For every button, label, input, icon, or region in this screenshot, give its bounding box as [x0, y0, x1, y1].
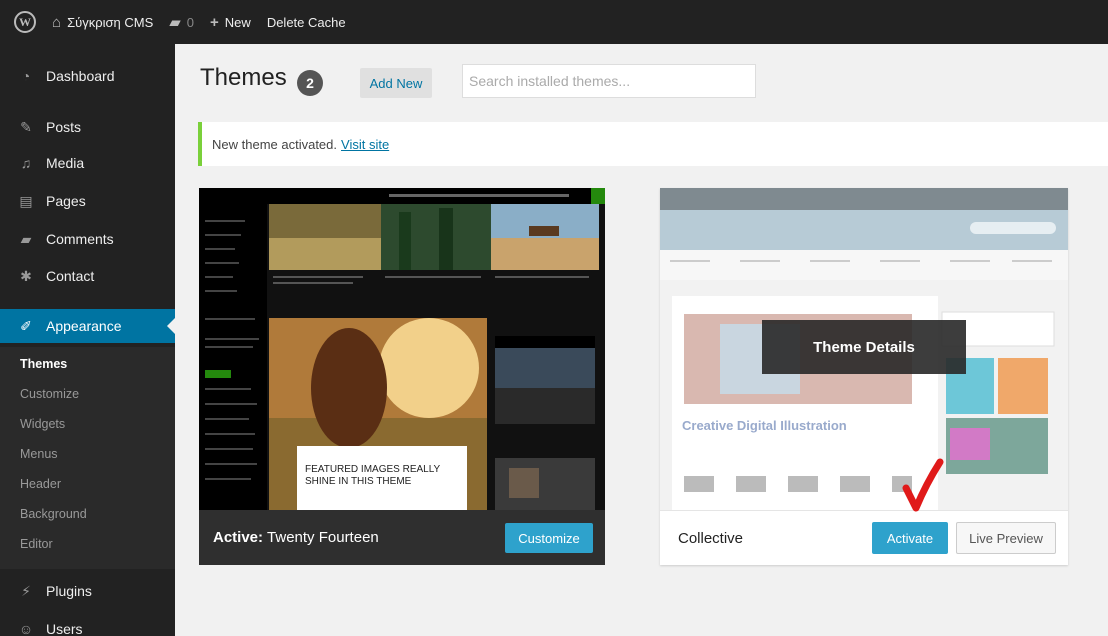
sidebar-item-label: Users [46, 621, 83, 636]
sidebar-item-label: Plugins [46, 583, 92, 599]
theme-count-badge: 2 [297, 70, 323, 96]
sidebar-item-plugins[interactable]: ⚡ Plugins [0, 574, 175, 608]
appearance-submenu: Themes Customize Widgets Menus Header Ba… [0, 347, 175, 569]
sidebar-item-contact[interactable]: ✱ Contact [0, 259, 175, 293]
comments-count: 0 [186, 14, 195, 30]
sidebar-item-label: Pages [46, 193, 86, 209]
sidebar-item-dashboard[interactable]: ◔ Dashboard [0, 59, 175, 93]
contact-icon: ✱ [20, 267, 32, 284]
new-content-menu[interactable]: + New [210, 14, 251, 31]
sidebar-item-comments[interactable]: ▰ Comments [0, 222, 175, 256]
submenu-item-customize[interactable]: Customize [20, 387, 79, 401]
collective-theme-bar: Collective Activate Live Preview [660, 510, 1068, 565]
media-icon: ♫ [20, 155, 32, 171]
page-title: Themes [200, 64, 287, 91]
submenu-item-editor[interactable]: Editor [20, 537, 53, 551]
add-new-button[interactable]: Add New [360, 68, 432, 98]
wordpress-logo-menu[interactable]: W [14, 11, 36, 33]
submenu-item-header[interactable]: Header [20, 477, 61, 491]
theme-card-twenty-fourteen[interactable]: FEATURED IMAGES REALLY SHINE IN THIS THE… [199, 188, 605, 565]
theme-card-collective[interactable]: Creative Digital Illustration Theme Deta… [660, 188, 1068, 565]
customize-button[interactable]: Customize [505, 523, 593, 553]
sidebar-item-label: Posts [46, 119, 82, 135]
active-prefix: Active: [213, 529, 264, 546]
sidebar-item-label: Contact [46, 268, 95, 284]
brush-icon: ✐ [20, 317, 32, 334]
theme-screenshot-collective[interactable]: Creative Digital Illustration Theme Deta… [660, 188, 1068, 510]
sidebar-item-appearance[interactable]: ✐ Appearance [0, 309, 175, 343]
visit-site-link[interactable]: Visit site [341, 137, 389, 152]
theme-screenshot-twenty-fourteen[interactable]: FEATURED IMAGES REALLY SHINE IN THIS THE… [199, 188, 605, 510]
comments-icon: ▰ [20, 230, 32, 247]
pin-icon: ✎ [20, 118, 32, 135]
admin-sidebar: ◔ Dashboard ✎ Posts ♫ Media ▤ Pages ▰ Co… [0, 44, 175, 636]
plug-icon: ⚡ [21, 582, 31, 599]
comment-bubble-icon: ▰ [169, 14, 181, 31]
site-name-link[interactable]: ⌂ Σύγκριση CMS [52, 14, 153, 31]
comments-link[interactable]: ▰ 0 [169, 13, 194, 31]
featured-text: FEATURED IMAGES REALLY SHINE IN THIS THE… [305, 464, 441, 487]
wordpress-logo-icon: W [14, 11, 36, 33]
sidebar-item-users[interactable]: ☺ Users [0, 612, 175, 636]
new-label: New [224, 14, 251, 30]
submenu-item-menus[interactable]: Menus [20, 447, 58, 461]
theme-activated-notice: New theme activated. Visit site [198, 122, 1108, 166]
sidebar-item-pages[interactable]: ▤ Pages [0, 184, 175, 218]
red-checkmark-annotation-icon [902, 458, 944, 512]
submenu-item-themes[interactable]: Themes [20, 357, 67, 371]
live-preview-button[interactable]: Live Preview [956, 522, 1056, 554]
plus-icon: + [210, 13, 219, 31]
activate-button[interactable]: Activate [872, 522, 948, 554]
sidebar-item-media[interactable]: ♫ Media [0, 146, 175, 180]
theme-details-button[interactable]: Theme Details [762, 320, 966, 374]
sidebar-item-label: Comments [46, 231, 114, 247]
notice-text: New theme activated. [212, 136, 338, 152]
users-icon: ☺ [18, 621, 34, 636]
admin-bar: W ⌂ Σύγκριση CMS ▰ 0 + New Delete Cache [0, 0, 1108, 44]
delete-cache-label: Delete Cache [266, 14, 346, 30]
delete-cache-link[interactable]: Delete Cache [267, 15, 346, 30]
home-icon: ⌂ [52, 13, 62, 31]
active-theme-bar: Active: Twenty Fourteen Customize [199, 510, 605, 565]
active-theme-name: Twenty Fourteen [267, 529, 379, 546]
sidebar-item-label: Media [46, 155, 85, 171]
search-themes-input[interactable] [462, 64, 756, 98]
sidebar-item-posts[interactable]: ✎ Posts [0, 110, 175, 144]
pages-icon: ▤ [19, 192, 33, 209]
sidebar-item-label: Appearance [46, 318, 122, 334]
submenu-item-widgets[interactable]: Widgets [20, 417, 65, 431]
twenty-fourteen-preview-image [199, 188, 605, 510]
sidebar-item-label: Dashboard [46, 68, 115, 84]
collective-preview-heading: Creative Digital Illustration [682, 418, 847, 433]
submenu-item-background[interactable]: Background [20, 507, 87, 521]
site-name: Σύγκριση CMS [67, 14, 154, 30]
collective-theme-name: Collective [678, 529, 744, 547]
dashboard-icon: ◔ [21, 68, 31, 84]
